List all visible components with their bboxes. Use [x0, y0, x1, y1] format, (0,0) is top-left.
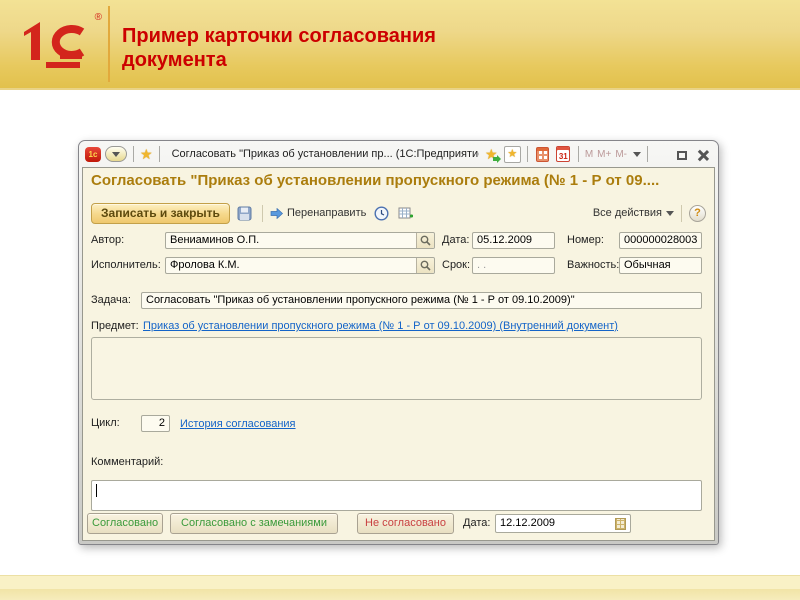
subject-document-link[interactable]: Приказ об установлении пропускного режим… — [143, 318, 618, 335]
calculator-icon[interactable] — [534, 146, 551, 163]
text-cursor — [96, 484, 97, 497]
task-label: Задача: — [91, 292, 131, 309]
slide-title: Пример карточки согласования документа — [122, 24, 436, 72]
memory-m-button[interactable]: M — [585, 149, 593, 160]
comment-label: Комментарий: — [91, 454, 163, 471]
slide-title-line1: Пример карточки согласования — [122, 24, 436, 48]
author-input[interactable]: Вениаминов О.П. — [165, 232, 435, 249]
all-actions-button[interactable]: Все действия — [593, 207, 674, 219]
cycle-label: Цикл: — [91, 415, 120, 432]
app-1c-icon[interactable]: 1с — [85, 147, 101, 162]
system-menu-button[interactable] — [105, 146, 127, 162]
due-input[interactable]: . . — [472, 257, 555, 274]
chevron-down-icon — [112, 152, 120, 157]
chevron-down-icon — [666, 211, 674, 216]
clock-icon[interactable] — [371, 204, 391, 223]
form-body: Согласовать "Приказ об установлении проп… — [82, 167, 715, 541]
add-table-icon[interactable] — [396, 204, 416, 223]
footer-band-light — [0, 575, 800, 589]
app-window: 1с ★ Согласовать "Приказ об установлении… — [78, 140, 719, 545]
close-button[interactable] — [694, 148, 710, 161]
approved-button[interactable]: Согласовано — [87, 513, 163, 534]
due-label: Срок: — [442, 257, 470, 274]
cycle-input[interactable]: 2 — [141, 415, 170, 432]
executor-label: Исполнитель: — [91, 257, 161, 274]
date-input[interactable]: 05.12.2009 — [472, 232, 555, 249]
favorites-star-icon[interactable]: ★ — [140, 147, 153, 161]
help-button[interactable]: ? — [689, 205, 706, 222]
approved-with-remarks-button[interactable]: Согласовано с замечаниями — [170, 513, 338, 534]
form-toolbar: Записать и закрыть Перенаправить — [91, 201, 706, 225]
window-title: Согласовать "Приказ об установлении пр..… — [166, 148, 479, 160]
slide-title-line2: документа — [122, 48, 436, 72]
save-and-close-button[interactable]: Записать и закрыть — [91, 203, 230, 224]
task-input[interactable]: Согласовать "Приказ об установлении проп… — [141, 292, 702, 309]
redirect-button[interactable]: Перенаправить — [270, 207, 366, 219]
maximize-button[interactable] — [674, 148, 690, 160]
not-approved-button[interactable]: Не согласовано — [357, 513, 454, 534]
calendar-picker-icon[interactable] — [612, 516, 629, 531]
subject-label: Предмет: — [91, 318, 139, 335]
arrow-right-icon — [270, 208, 283, 219]
author-label: Автор: — [91, 232, 124, 249]
lookup-magnifier-icon[interactable] — [416, 233, 434, 248]
footer-date-input[interactable]: 12.12.2009 — [495, 514, 631, 533]
form-title: Согласовать "Приказ об установлении проп… — [91, 172, 706, 189]
date-label: Дата: — [442, 232, 469, 249]
importance-label: Важность: — [567, 257, 619, 274]
save-icon[interactable] — [235, 204, 255, 223]
footer-date-label: Дата: — [463, 515, 490, 532]
presentation-slide: ® Пример карточки согласования документа… — [0, 0, 800, 600]
footer-band-dark — [0, 589, 800, 600]
header-divider — [108, 6, 110, 82]
memory-mminus-button[interactable]: M- — [615, 149, 627, 160]
1c-logo-icon: ® — [16, 10, 102, 76]
description-area[interactable] — [91, 337, 702, 400]
toolbar-overflow-chevron-icon[interactable] — [633, 152, 641, 157]
window-titlebar: 1с ★ Согласовать "Приказ об установлении… — [79, 141, 718, 167]
importance-input[interactable]: Обычная — [619, 257, 702, 274]
comment-input[interactable] — [91, 480, 702, 511]
favorites-list-icon[interactable]: ★ — [504, 146, 521, 163]
lookup-magnifier-icon[interactable] — [416, 258, 434, 273]
approval-history-link[interactable]: История согласования — [180, 416, 296, 433]
memory-mplus-button[interactable]: M+ — [597, 149, 611, 160]
slide-header: ® Пример карточки согласования документа — [0, 0, 800, 90]
number-label: Номер: — [567, 232, 604, 249]
executor-input[interactable]: Фролова К.М. — [165, 257, 435, 274]
add-to-favorites-icon[interactable]: ★ — [483, 146, 500, 163]
logo-registered-mark: ® — [95, 12, 102, 23]
calendar-icon[interactable]: 31 — [555, 146, 572, 163]
number-input[interactable]: 000000028003 — [619, 232, 702, 249]
